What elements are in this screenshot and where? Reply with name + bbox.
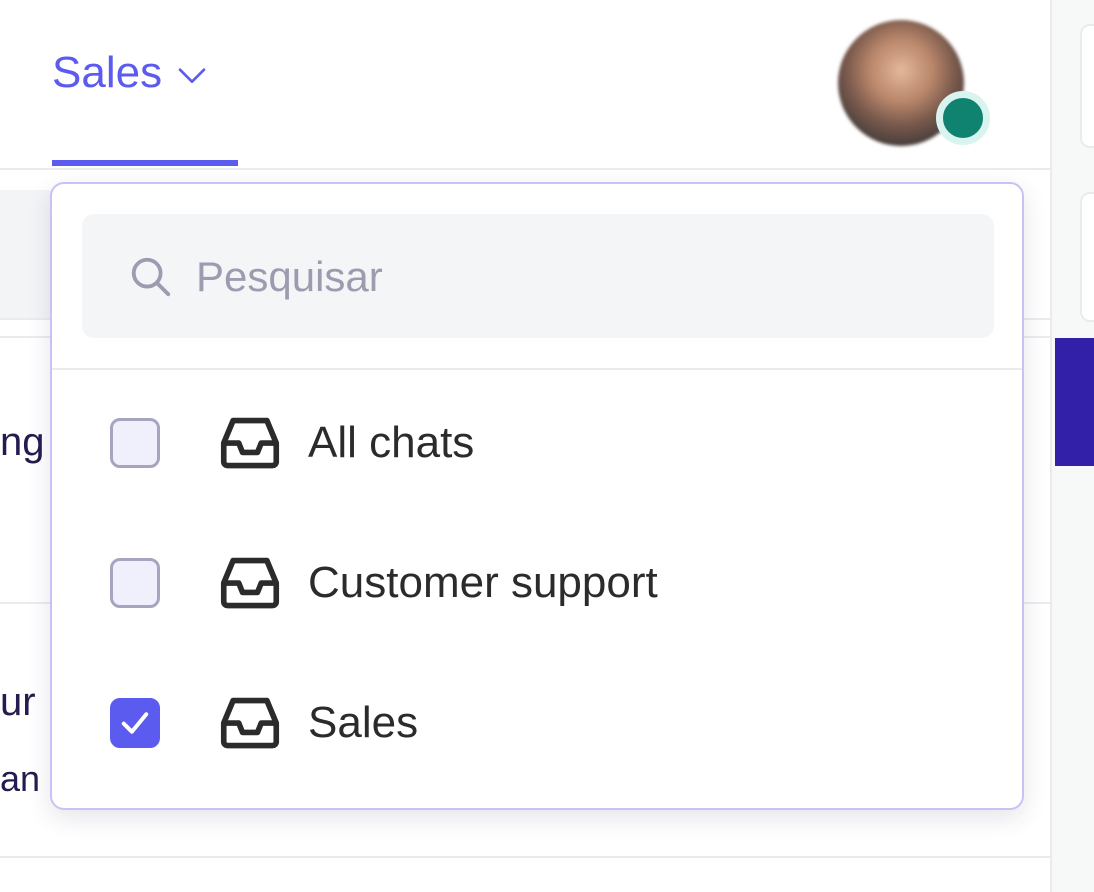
checkbox[interactable] [110, 418, 160, 468]
option-sales[interactable]: Sales [52, 670, 1022, 780]
search-icon [131, 257, 171, 297]
team-filter-dropdown: All chats Customer support Sales [50, 182, 1024, 810]
inbox-icon [220, 557, 280, 609]
inbox-icon [220, 417, 280, 469]
search-input[interactable] [194, 238, 958, 316]
option-all-chats[interactable]: All chats [52, 390, 1022, 500]
checkbox[interactable] [110, 558, 160, 608]
inbox-icon [220, 697, 280, 749]
team-tab-label: Sales [52, 48, 163, 97]
online-status-dot [936, 91, 990, 145]
option-label: Sales [308, 698, 419, 747]
list-item-title[interactable]: ur [0, 680, 52, 725]
right-panel [1050, 0, 1094, 892]
team-selector-tab[interactable]: Sales [52, 48, 208, 98]
header: Sales [0, 0, 1050, 170]
list-item-title[interactable]: ng [0, 420, 52, 465]
chevron-down-icon [178, 68, 206, 83]
checkbox-checked[interactable] [110, 698, 160, 748]
option-customer-support[interactable]: Customer support [52, 530, 1022, 640]
right-panel-card [1080, 192, 1094, 322]
list-divider [0, 856, 1050, 858]
option-label: All chats [308, 418, 475, 467]
option-label: Customer support [308, 558, 658, 607]
right-panel-highlight [1055, 338, 1094, 466]
active-tab-indicator [52, 160, 238, 166]
list-item-preview: an [0, 758, 41, 799]
dropdown-divider [52, 368, 1022, 370]
check-icon [121, 712, 149, 734]
search-field[interactable] [82, 214, 994, 338]
right-panel-card [1080, 24, 1094, 148]
